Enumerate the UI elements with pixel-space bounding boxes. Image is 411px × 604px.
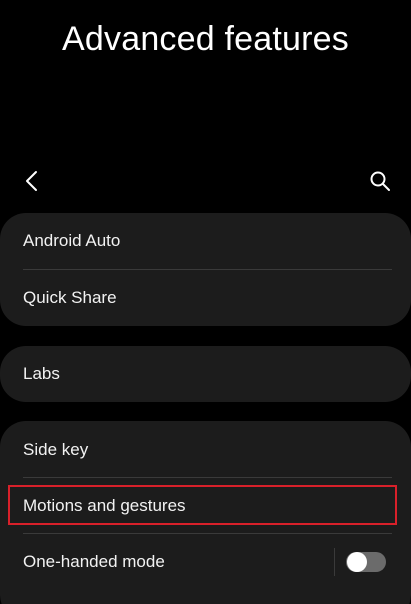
list-item-labs[interactable]: Labs bbox=[0, 346, 411, 402]
list-item-side-key[interactable]: Side key bbox=[0, 422, 411, 478]
list-item-label: Android Auto bbox=[23, 231, 121, 250]
settings-group-labs: Labs bbox=[0, 346, 411, 402]
chevron-left-icon bbox=[26, 171, 37, 191]
list-item-label: Side key bbox=[23, 440, 89, 459]
highlight-box bbox=[8, 485, 397, 525]
list-item-android-auto[interactable]: Android Auto bbox=[0, 213, 411, 269]
vertical-divider bbox=[334, 548, 335, 576]
settings-screen: Advanced features Android Auto Quick Sha… bbox=[0, 0, 411, 604]
list-item-label: Quick Share bbox=[23, 288, 117, 307]
list-item-label: Labs bbox=[23, 364, 60, 383]
toggle-knob bbox=[347, 552, 367, 572]
list-item-quick-share[interactable]: Quick Share bbox=[0, 270, 411, 326]
search-icon bbox=[370, 171, 390, 191]
settings-group-connectivity: Android Auto Quick Share bbox=[0, 213, 411, 326]
list-item-label: One-handed mode bbox=[23, 552, 165, 571]
one-handed-mode-toggle[interactable] bbox=[346, 552, 386, 572]
page-title: Advanced features bbox=[62, 20, 349, 58]
search-button[interactable] bbox=[366, 167, 394, 195]
back-button[interactable] bbox=[18, 167, 46, 195]
toolbar bbox=[0, 165, 411, 199]
